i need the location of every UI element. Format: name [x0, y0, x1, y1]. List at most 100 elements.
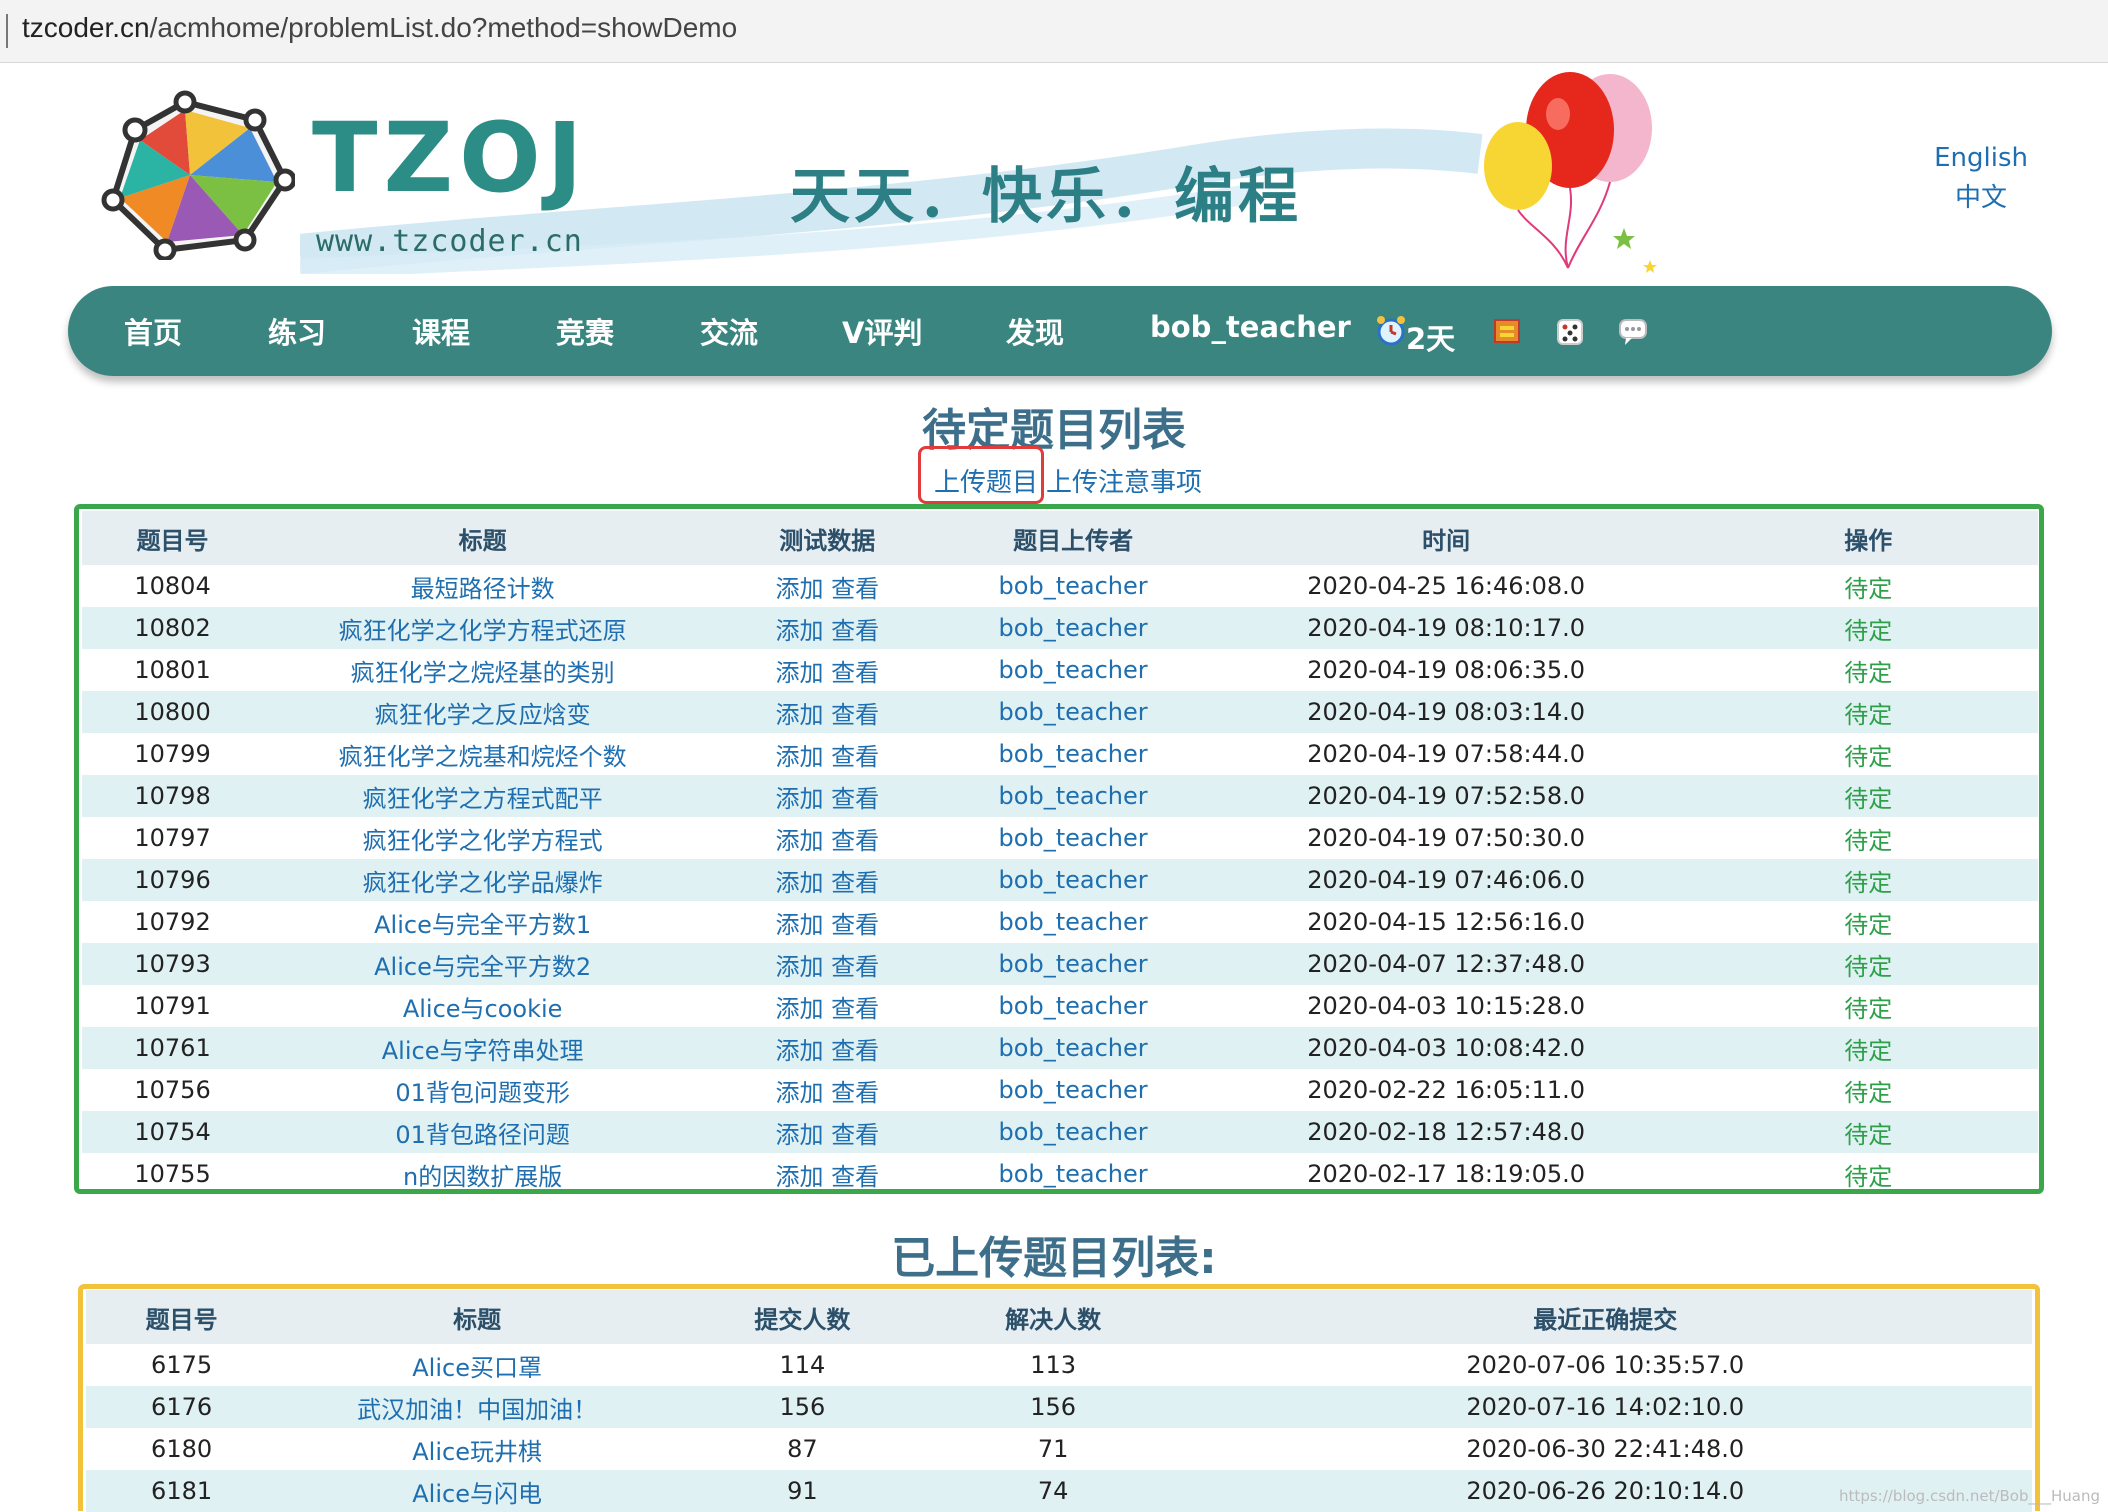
cell-title-link[interactable]: 疯狂化学之方程式配平 — [263, 775, 703, 817]
nav-item-discuss[interactable]: 交流 — [700, 310, 758, 352]
cell-operation-link[interactable]: 待定 — [1699, 1153, 2038, 1195]
add-test-data-link[interactable]: 添加 — [775, 995, 823, 1023]
cell-uploader-link[interactable]: bob_teacher — [952, 943, 1194, 985]
cell-title-link[interactable]: Alice与完全平方数1 — [263, 901, 702, 943]
cell-operation-link[interactable]: 待定 — [1699, 565, 2038, 607]
cell-uploader-link[interactable]: bob_teacher — [952, 1069, 1193, 1111]
cell-operation-link[interactable]: 待定 — [1699, 649, 2038, 691]
cell-title-link[interactable]: 最短路径计数 — [263, 565, 702, 607]
cell-title-link[interactable]: 武汉加油！中国加油！ — [277, 1386, 678, 1428]
nav-item-discover[interactable]: 发现 — [1006, 310, 1064, 352]
cell-uploader-link[interactable]: bob_teacher — [952, 649, 1193, 691]
nav-item-contests[interactable]: 竞赛 — [556, 310, 614, 352]
ranking-badge-icon[interactable] — [1490, 314, 1524, 348]
nav-item-courses[interactable]: 课程 — [412, 310, 470, 352]
cell-operation-link[interactable]: 待定 — [1698, 1111, 2038, 1153]
alarm-clock-icon[interactable] — [1374, 314, 1408, 348]
cell-uploader-link[interactable]: bob_teacher — [952, 985, 1193, 1027]
view-test-data-link[interactable]: 查看 — [831, 869, 879, 897]
add-test-data-link[interactable]: 添加 — [775, 869, 823, 897]
cell-uploader-link[interactable]: bob_teacher — [952, 691, 1194, 733]
cell-uploader-link[interactable]: bob_teacher — [952, 1027, 1194, 1069]
cell-title-link[interactable]: Alice与闪电 — [277, 1470, 678, 1512]
cell-title-link[interactable]: 疯狂化学之化学方程式 — [263, 817, 702, 859]
view-test-data-link[interactable]: 查看 — [831, 995, 879, 1023]
url-text[interactable]: tzcoder.cn/acmhome/problemList.do?method… — [22, 12, 737, 44]
cell-operation-link[interactable]: 待定 — [1698, 775, 2038, 817]
cell-uploader-link[interactable]: bob_teacher — [952, 1111, 1194, 1153]
add-test-data-link[interactable]: 添加 — [775, 1079, 823, 1107]
view-test-data-link[interactable]: 查看 — [831, 953, 879, 981]
add-test-data-link[interactable]: 添加 — [775, 1121, 823, 1149]
add-test-data-link[interactable]: 添加 — [775, 701, 823, 729]
cell-title-link[interactable]: 疯狂化学之化学方程式还原 — [263, 607, 703, 649]
view-test-data-link[interactable]: 查看 — [831, 701, 879, 729]
cell-uploader-link[interactable]: bob_teacher — [952, 733, 1193, 775]
cell-operation-link[interactable]: 待定 — [1698, 691, 2038, 733]
upload-notes-link[interactable]: 上传注意事项 — [1046, 462, 1202, 499]
cell-title-link[interactable]: Alice与cookie — [263, 985, 702, 1027]
cell-operation-link[interactable]: 待定 — [1699, 817, 2038, 859]
cell-title-link[interactable]: Alice买口罩 — [277, 1344, 677, 1386]
view-test-data-link[interactable]: 查看 — [831, 1079, 879, 1107]
cell-uploader-link[interactable]: bob_teacher — [952, 565, 1193, 607]
nav-item-practice[interactable]: 练习 — [268, 310, 326, 352]
cell-operation-link[interactable]: 待定 — [1698, 1027, 2038, 1069]
add-test-data-link[interactable]: 添加 — [775, 575, 823, 603]
add-test-data-link[interactable]: 添加 — [775, 617, 823, 645]
cell-problem-id: 10798 — [82, 775, 264, 817]
dice-icon[interactable] — [1554, 314, 1588, 348]
lang-english-link[interactable]: English — [1934, 138, 2028, 178]
cell-title-link[interactable]: 01背包路径问题 — [263, 1111, 703, 1153]
cell-operation-link[interactable]: 待定 — [1699, 901, 2038, 943]
cell-title-link[interactable]: Alice与字符串处理 — [263, 1027, 703, 1069]
add-test-data-link[interactable]: 添加 — [775, 659, 823, 687]
cell-uploader-link[interactable]: bob_teacher — [952, 901, 1193, 943]
nav-item-vjudge[interactable]: V评判 — [842, 310, 922, 352]
view-test-data-link[interactable]: 查看 — [831, 1037, 879, 1065]
view-test-data-link[interactable]: 查看 — [831, 659, 879, 687]
cell-title-link[interactable]: 疯狂化学之烷基和烷烃个数 — [263, 733, 702, 775]
add-test-data-link[interactable]: 添加 — [775, 953, 823, 981]
cell-title-link[interactable]: 疯狂化学之化学品爆炸 — [263, 859, 703, 901]
view-test-data-link[interactable]: 查看 — [831, 1121, 879, 1149]
cell-operation-link[interactable]: 待定 — [1698, 943, 2038, 985]
upload-problem-link[interactable]: 上传题目 — [934, 462, 1038, 499]
browser-address-bar[interactable]: tzcoder.cn/acmhome/problemList.do?method… — [0, 0, 2108, 63]
cell-title-link[interactable]: Alice玩井棋 — [277, 1428, 677, 1470]
cell-uploader-link[interactable]: bob_teacher — [952, 607, 1194, 649]
add-test-data-link[interactable]: 添加 — [775, 827, 823, 855]
lang-chinese-link[interactable]: 中文 — [1934, 178, 2028, 218]
cell-operation-link[interactable]: 待定 — [1698, 859, 2038, 901]
cell-uploader-link[interactable]: bob_teacher — [952, 817, 1193, 859]
nav-item-user[interactable]: bob_teacher — [1150, 310, 1351, 344]
add-test-data-link[interactable]: 添加 — [775, 743, 823, 771]
cell-operation-link[interactable]: 待定 — [1699, 1069, 2038, 1111]
cell-uploader-link[interactable]: bob_teacher — [952, 859, 1194, 901]
header-time: 时间 — [1193, 511, 1699, 565]
view-test-data-link[interactable]: 查看 — [831, 743, 879, 771]
chat-bubble-icon[interactable] — [1616, 314, 1650, 348]
cell-problem-id: 10804 — [134, 572, 211, 600]
view-test-data-link[interactable]: 查看 — [831, 827, 879, 855]
view-test-data-link[interactable]: 查看 — [831, 575, 879, 603]
cell-title-link[interactable]: 疯狂化学之烷烃基的类别 — [263, 649, 702, 691]
cell-operation-link[interactable]: 待定 — [1699, 985, 2038, 1027]
cell-title-link[interactable]: Alice与完全平方数2 — [263, 943, 703, 985]
view-test-data-link[interactable]: 查看 — [831, 785, 879, 813]
cell-operation-link[interactable]: 待定 — [1698, 607, 2038, 649]
add-test-data-link[interactable]: 添加 — [775, 911, 823, 939]
view-test-data-link[interactable]: 查看 — [831, 617, 879, 645]
add-test-data-link[interactable]: 添加 — [775, 785, 823, 813]
cell-title-link[interactable]: 01背包问题变形 — [263, 1069, 702, 1111]
nav-item-home[interactable]: 首页 — [124, 310, 182, 352]
cell-operation-link[interactable]: 待定 — [1699, 733, 2038, 775]
cell-title-link[interactable]: 疯狂化学之反应焓变 — [263, 691, 703, 733]
cell-uploader-link[interactable]: bob_teacher — [952, 775, 1194, 817]
view-test-data-link[interactable]: 查看 — [831, 911, 879, 939]
cell-uploader-link[interactable]: bob_teacher — [952, 1153, 1193, 1195]
add-test-data-link[interactable]: 添加 — [775, 1163, 823, 1191]
add-test-data-link[interactable]: 添加 — [775, 1037, 823, 1065]
cell-title-link[interactable]: n的因数扩展版 — [263, 1153, 702, 1195]
view-test-data-link[interactable]: 查看 — [831, 1163, 879, 1191]
